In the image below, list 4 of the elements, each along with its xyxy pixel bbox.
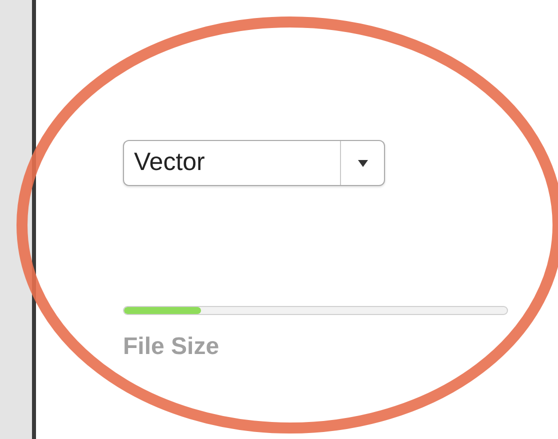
caret-icon [358, 160, 368, 166]
format-dropdown[interactable]: Vector [123, 140, 385, 186]
dropdown-value: Vector [133, 147, 206, 178]
file-size-label: File Size [123, 332, 220, 362]
